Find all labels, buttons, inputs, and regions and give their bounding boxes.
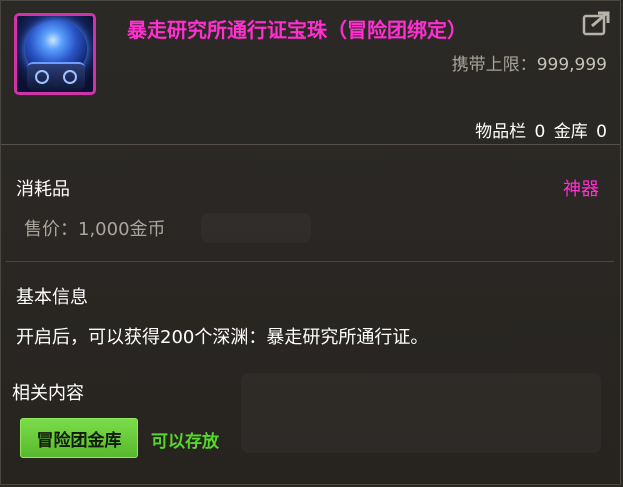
background-texture [201,213,311,243]
item-type: 消耗品 [16,179,70,200]
carry-limit: 携带上限：999,999 [452,50,607,75]
orb-stand [27,62,85,90]
adventure-vault-button[interactable]: 冒险团金库 [20,418,138,458]
basic-info-description: 开启后，可以获得200个深渊：暴走研究所通行证。 [16,327,429,348]
item-rarity: 神器 [563,179,599,200]
item-title: 暴走研究所通行证宝珠（冒险团绑定） [127,18,467,42]
section-divider [6,261,614,262]
related-content-title: 相关内容 [12,383,84,404]
item-icon-frame [14,13,96,95]
inventory-count: 0 [534,122,546,142]
price-value: 1,000金币 [78,219,166,240]
carry-limit-value: 999,999 [536,55,607,75]
price-label: 售价： [24,219,78,240]
item-tooltip: 暴走研究所通行证宝珠（冒险团绑定） 携带上限：999,999 物品栏 0 金库 … [0,0,621,485]
item-price: 售价：1,000金币 [24,215,166,241]
background-texture [241,373,601,453]
storage-status: 可以存放 [151,432,219,452]
tooltip-header: 暴走研究所通行证宝珠（冒险团绑定） 携带上限：999,999 物品栏 0 金库 … [1,1,620,144]
vault-label: 金库 [553,122,588,142]
inventory-counts: 物品栏 0 金库 0 [472,117,607,142]
basic-info-title: 基本信息 [16,287,88,308]
inventory-label: 物品栏 [475,122,527,142]
vault-count: 0 [596,122,607,142]
share-icon[interactable] [582,11,611,37]
carry-limit-label: 携带上限： [451,55,537,75]
header-divider [1,144,620,145]
